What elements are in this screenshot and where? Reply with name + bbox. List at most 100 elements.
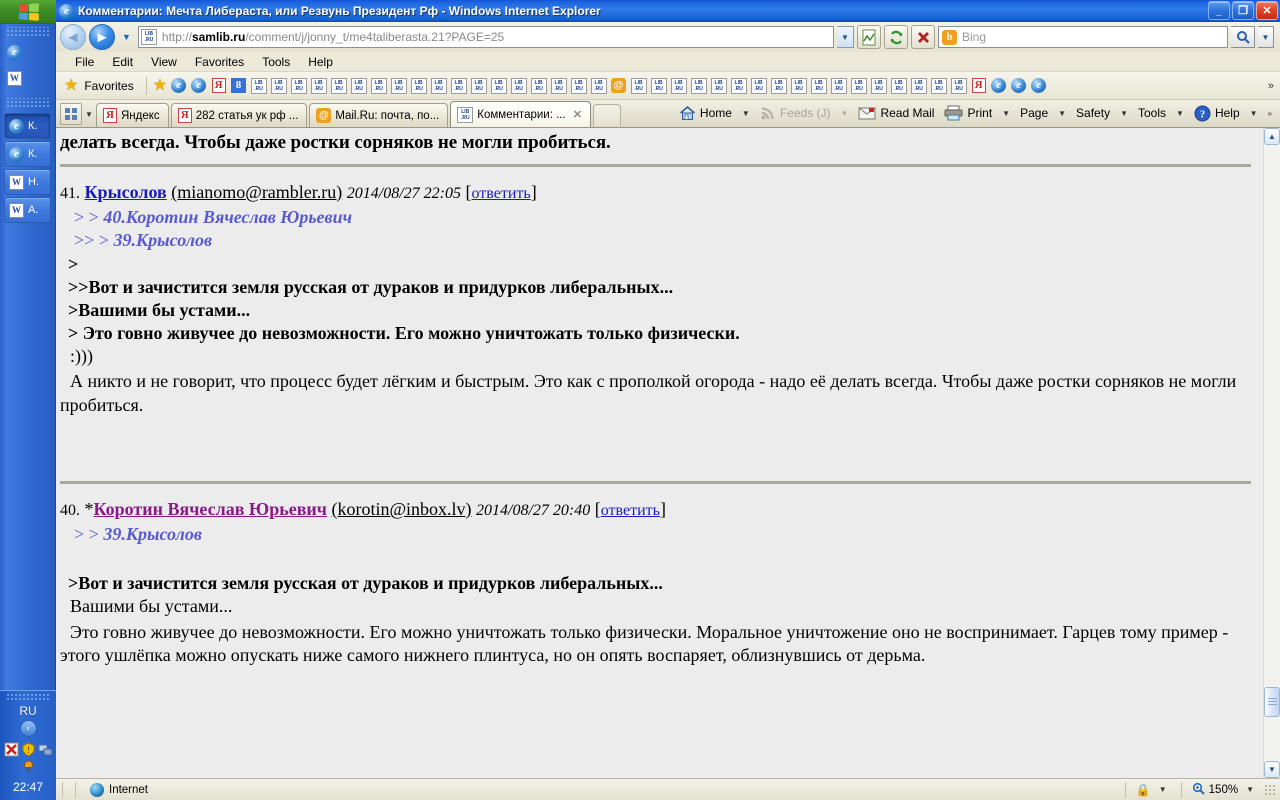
favorite-item[interactable]: LIB .RU: [950, 76, 967, 95]
minimize-button[interactable]: _: [1208, 1, 1230, 20]
new-tab-button[interactable]: [592, 104, 621, 126]
resize-grip-icon[interactable]: [1264, 783, 1276, 796]
favorite-item[interactable]: LIB .RU: [410, 76, 427, 95]
language-indicator[interactable]: RU: [0, 702, 56, 719]
favorite-item[interactable]: Я: [210, 76, 227, 95]
search-button[interactable]: [1231, 26, 1255, 48]
scrollbar-track[interactable]: [1264, 145, 1280, 761]
favorites-label[interactable]: Favorites: [84, 79, 133, 93]
quicklaunch-grip[interactable]: [6, 27, 49, 37]
print-dropdown-icon[interactable]: ▼: [998, 109, 1014, 118]
quick-tabs-icon[interactable]: [60, 103, 82, 125]
security-zone[interactable]: Internet: [82, 782, 148, 797]
recent-pages-dropdown-icon[interactable]: ▼: [118, 32, 135, 42]
maximize-button[interactable]: ❐: [1232, 1, 1254, 20]
favorite-item[interactable]: LIB .RU: [810, 76, 827, 95]
favorite-item[interactable]: LIB .RU: [790, 76, 807, 95]
favorite-item[interactable]: LIB .RU: [890, 76, 907, 95]
favorite-item[interactable]: LIB .RU: [930, 76, 947, 95]
add-to-favorites-icon[interactable]: ★: [153, 77, 167, 94]
favorite-item[interactable]: LIB .RU: [690, 76, 707, 95]
tray-grip[interactable]: [6, 693, 50, 702]
favorite-item[interactable]: LIB .RU: [510, 76, 527, 95]
favorite-item[interactable]: e: [190, 76, 207, 95]
security-shield-icon[interactable]: !: [21, 742, 36, 757]
favorite-item[interactable]: LIB .RU: [430, 76, 447, 95]
scrollbar-thumb[interactable]: [1264, 687, 1280, 717]
help-button[interactable]: ? Help: [1190, 103, 1244, 124]
favorites-star-icon[interactable]: ★: [64, 77, 78, 94]
back-button[interactable]: ◄: [60, 24, 86, 50]
protected-mode-icon[interactable]: 🔒: [1136, 783, 1151, 797]
start-button[interactable]: [0, 0, 56, 24]
favorite-item[interactable]: LIB .RU: [470, 76, 487, 95]
favorite-item-mailru[interactable]: @: [610, 76, 627, 95]
address-bar[interactable]: LIB .RU http://samlib.ru/comment/j/jonny_…: [137, 26, 834, 48]
command-bar-overflow-icon[interactable]: »: [1264, 109, 1276, 118]
favorite-item[interactable]: LIB .RU: [270, 76, 287, 95]
favorite-item[interactable]: LIB .RU: [350, 76, 367, 95]
protected-mode-dropdown-icon[interactable]: ▼: [1155, 785, 1171, 794]
address-dropdown-icon[interactable]: ▼: [837, 26, 854, 48]
network-icon[interactable]: [38, 742, 53, 757]
favorite-item[interactable]: e: [990, 76, 1007, 95]
favorite-item[interactable]: LIB .RU: [530, 76, 547, 95]
scroll-up-button[interactable]: ▲: [1264, 128, 1280, 145]
task-button-ie-2[interactable]: e К.: [4, 141, 51, 167]
favorite-item[interactable]: LIB .RU: [370, 76, 387, 95]
favorite-item[interactable]: e: [1030, 76, 1047, 95]
favorite-item[interactable]: LIB .RU: [870, 76, 887, 95]
read-mail-button[interactable]: Read Mail: [854, 104, 938, 122]
menu-item-view[interactable]: View: [142, 54, 186, 70]
favorite-item[interactable]: LIB .RU: [830, 76, 847, 95]
tab-comments[interactable]: LIB .RU Комментарии: ... ✕: [450, 101, 591, 127]
favorites-overflow-icon[interactable]: »: [1268, 80, 1276, 92]
home-button[interactable]: Home: [675, 103, 736, 123]
tools-button[interactable]: Tools: [1134, 104, 1170, 122]
comment-reference[interactable]: >> > 39.Крысолов: [74, 229, 1251, 252]
safety-dropdown-icon[interactable]: ▼: [1116, 109, 1132, 118]
compatibility-view-icon[interactable]: [857, 25, 881, 49]
system-clock[interactable]: 22:47: [0, 776, 56, 800]
task-button-word-1[interactable]: W Н.: [4, 169, 51, 195]
favorite-item[interactable]: e: [1010, 76, 1027, 95]
menu-item-file[interactable]: File: [66, 54, 103, 70]
favorite-item[interactable]: LIB .RU: [730, 76, 747, 95]
search-input[interactable]: b Bing: [938, 26, 1228, 48]
forward-button[interactable]: ►: [89, 24, 115, 50]
comment-author-email[interactable]: (mianomo@rambler.ru): [171, 182, 342, 202]
favorite-item[interactable]: LIB .RU: [490, 76, 507, 95]
print-button[interactable]: Print: [940, 103, 996, 123]
word-quicklaunch-button[interactable]: W: [0, 65, 55, 91]
vertical-scrollbar[interactable]: ▲ ▼: [1263, 128, 1280, 778]
comment-author-email[interactable]: (korotin@inbox.lv): [331, 499, 471, 519]
page-dropdown-icon[interactable]: ▼: [1054, 109, 1070, 118]
menu-item-edit[interactable]: Edit: [103, 54, 142, 70]
task-button-ie-1[interactable]: e К.: [4, 113, 51, 139]
tab-close-icon[interactable]: ✕: [573, 108, 582, 121]
tab-article-282[interactable]: Я 282 статья ук рф ...: [170, 103, 308, 127]
favorite-item[interactable]: LIB .RU: [650, 76, 667, 95]
favorite-item[interactable]: LIB .RU: [770, 76, 787, 95]
task-button-word-2[interactable]: W А.: [4, 197, 51, 223]
favorite-item[interactable]: LIB .RU: [310, 76, 327, 95]
favorite-item[interactable]: 8: [230, 76, 247, 95]
favorite-item[interactable]: LIB .RU: [290, 76, 307, 95]
help-dropdown-icon[interactable]: ▼: [1246, 109, 1262, 118]
menu-item-favorites[interactable]: Favorites: [186, 54, 253, 70]
stop-icon[interactable]: [911, 25, 935, 49]
favorite-item[interactable]: LIB .RU: [850, 76, 867, 95]
antivirus-icon[interactable]: [4, 742, 19, 757]
favorite-item[interactable]: LIB .RU: [590, 76, 607, 95]
show-hidden-icons-icon[interactable]: ‹: [19, 720, 37, 737]
zoom-icon[interactable]: [1192, 782, 1205, 798]
favorite-item[interactable]: LIB .RU: [910, 76, 927, 95]
zoom-dropdown-icon[interactable]: ▼: [1242, 785, 1258, 794]
reply-link[interactable]: ответить: [472, 185, 531, 202]
feeds-dropdown-icon[interactable]: ▼: [837, 109, 853, 118]
favorite-item[interactable]: LIB .RU: [250, 76, 267, 95]
scroll-down-button[interactable]: ▼: [1264, 761, 1280, 778]
comment-reference[interactable]: > > 39.Крысолов: [74, 523, 1251, 546]
favorite-item[interactable]: LIB .RU: [630, 76, 647, 95]
tab-list-dropdown-icon[interactable]: ▼: [82, 103, 96, 125]
